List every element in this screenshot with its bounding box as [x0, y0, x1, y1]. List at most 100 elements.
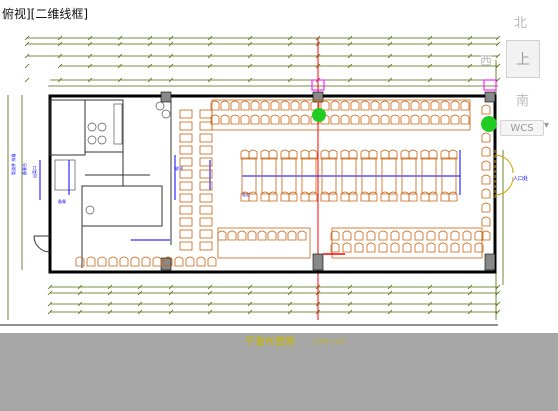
- chair-mark: [290, 114, 300, 125]
- chair-mark: [350, 114, 360, 125]
- chair-mark: [280, 100, 290, 111]
- chair-mark: [430, 100, 440, 111]
- chair-mark: [368, 191, 378, 202]
- chair-mark: [460, 114, 470, 125]
- chair-mark: [400, 100, 410, 111]
- wcs-button[interactable]: WCS: [500, 120, 544, 136]
- dimension-lines-left: [7, 95, 23, 320]
- chair-mark: [481, 202, 491, 213]
- chair-mark: [481, 146, 491, 157]
- outer-walls: [48, 94, 497, 274]
- chair-mark: [400, 114, 410, 125]
- svg-text:入口处: 入口处: [513, 175, 528, 182]
- chair-mark: [420, 191, 430, 202]
- chair-mark: [360, 100, 370, 111]
- chair-mark: [462, 242, 472, 253]
- chair-mark: [280, 114, 290, 125]
- chair-mark: [247, 230, 257, 241]
- chair-mark: [240, 100, 250, 111]
- chair-mark: [97, 256, 107, 267]
- chair-mark: [250, 100, 260, 111]
- chair-mark: [428, 191, 438, 202]
- chair-mark: [481, 216, 491, 227]
- chair-mark: [408, 191, 418, 202]
- chair-mark: [430, 114, 440, 125]
- chair-mark: [230, 114, 240, 125]
- chair-mark: [230, 100, 240, 111]
- chair-mark: [360, 191, 370, 202]
- chair-mark: [420, 100, 430, 111]
- viewcube-top-face[interactable]: 上: [506, 40, 540, 78]
- chair-mark: [450, 100, 460, 111]
- chair-mark: [300, 191, 310, 202]
- dimension-ticks-bottom: [47, 284, 501, 315]
- chair-mark: [481, 160, 491, 171]
- chair-mark: [320, 191, 330, 202]
- chair-mark: [481, 174, 491, 185]
- chair-mark: [366, 242, 376, 253]
- chair-mark: [410, 114, 420, 125]
- chair-mark: [370, 100, 380, 111]
- chair-mark: [370, 114, 380, 125]
- chair-mark: [260, 191, 270, 202]
- chair-mark: [119, 256, 129, 267]
- svg-text:备餐台: 备餐台: [21, 163, 27, 175]
- chair-mark: [220, 100, 230, 111]
- dimension-lines-top: [27, 37, 498, 87]
- chair-mark: [378, 230, 388, 241]
- chair-mark: [108, 256, 118, 267]
- chair-mark: [410, 100, 420, 111]
- chair-mark: [390, 100, 400, 111]
- viewcube-west[interactable]: 西: [480, 52, 492, 69]
- chair-mark: [290, 100, 300, 111]
- chair-mark: [268, 191, 278, 202]
- chair-mark: [288, 191, 298, 202]
- viewcube-south[interactable]: 南: [516, 90, 529, 109]
- wcs-dropdown-icon[interactable]: ▾: [544, 120, 549, 131]
- chair-mark: [280, 191, 290, 202]
- chair-mark: [380, 100, 390, 111]
- svg-text:备餐: 备餐: [58, 198, 66, 204]
- chair-mark: [366, 230, 376, 241]
- chair-mark: [227, 230, 237, 241]
- chair-mark: [340, 191, 350, 202]
- chair-mark: [196, 256, 206, 267]
- svg-text:出菜口: 出菜口: [31, 166, 37, 178]
- chair-mark: [270, 114, 280, 125]
- chair-mark: [378, 242, 388, 253]
- blue-notes: 管道井 排烟 备餐台 出菜口 备餐 收银 走道: [10, 154, 250, 204]
- chair-mark: [440, 114, 450, 125]
- chair-mark: [390, 242, 400, 253]
- chair-mark: [260, 114, 270, 125]
- svg-text:管道井 排烟: 管道井 排烟: [10, 154, 16, 175]
- chair-mark: [414, 230, 424, 241]
- chair-mark: [185, 256, 195, 267]
- chair-mark: [340, 100, 350, 111]
- chair-mark: [354, 230, 364, 241]
- chair-mark: [297, 230, 307, 241]
- chair-mark: [248, 191, 258, 202]
- chair-mark: [342, 242, 352, 253]
- chair-mark: [440, 191, 450, 202]
- drawing-caption: 平面布置图: [245, 337, 295, 348]
- chair-mark: [237, 230, 247, 241]
- chair-mark: [402, 230, 412, 241]
- chair-mark: [300, 100, 310, 111]
- chair-mark: [308, 191, 318, 202]
- chair-mark: [360, 114, 370, 125]
- viewcube-north[interactable]: 北: [514, 12, 527, 31]
- chair-mark: [450, 242, 460, 253]
- chair-mark: [287, 230, 297, 241]
- chair-mark: [342, 230, 352, 241]
- chair-mark: [250, 114, 260, 125]
- chair-mark: [86, 256, 96, 267]
- right-labels: 入口处: [513, 175, 528, 182]
- chair-mark: [388, 191, 398, 202]
- chair-mark: [462, 230, 472, 241]
- viewport-label[interactable]: 俯视][二维线框]: [0, 5, 91, 22]
- chair-mark: [217, 230, 227, 241]
- chair-mark: [320, 100, 330, 111]
- chair-mark: [438, 230, 448, 241]
- chair-mark: [141, 256, 151, 267]
- chair-mark: [240, 114, 250, 125]
